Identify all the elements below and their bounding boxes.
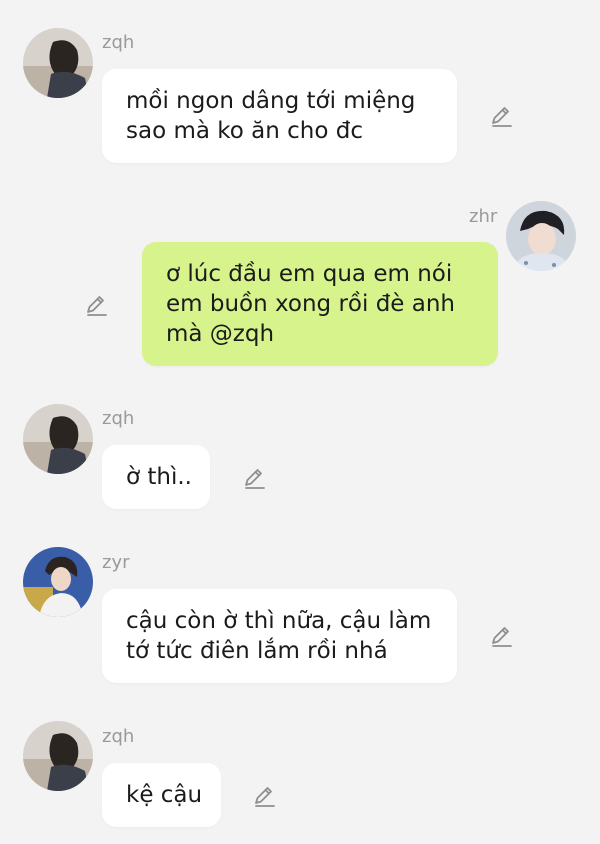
message-text-line: mồi ngon dâng tới miệng — [126, 88, 416, 114]
edit-pencil-icon[interactable] — [242, 465, 268, 491]
message-text-line: em buồn xong rồi đè anh — [166, 291, 456, 317]
sender-name: zhr — [469, 206, 498, 227]
message-bubble[interactable]: ờ thì.. — [102, 445, 210, 509]
sender-name: zqh — [102, 32, 135, 53]
sender-name: zqh — [102, 408, 135, 429]
message-text-line: tớ tức điên lắm rồi nhá — [126, 638, 388, 664]
avatar-zyr[interactable] — [23, 547, 93, 617]
edit-pencil-icon[interactable] — [489, 103, 515, 129]
message-bubble[interactable]: cậu còn ờ thì nữa, cậu làm tớ tức điên l… — [102, 589, 457, 683]
edit-pencil-icon[interactable] — [84, 292, 110, 318]
message-text-line: cậu còn ờ thì nữa, cậu làm — [126, 608, 432, 634]
sender-name: zqh — [102, 726, 135, 747]
message-text-line: sao mà ko ăn cho đc — [126, 118, 363, 144]
message-bubble[interactable]: kệ cậu — [102, 763, 221, 827]
message-text-line: mà @zqh — [166, 321, 275, 347]
sender-name: zyr — [102, 552, 130, 573]
message-bubble[interactable]: mồi ngon dâng tới miệng sao mà ko ăn cho… — [102, 69, 457, 163]
message-text-line: kệ cậu — [126, 782, 203, 808]
message-text-line: ờ thì.. — [126, 464, 192, 490]
message-bubble[interactable]: ơ lúc đầu em qua em nói em buồn xong rồi… — [142, 242, 498, 366]
edit-pencil-icon[interactable] — [252, 783, 278, 809]
avatar-zqh[interactable] — [23, 721, 93, 791]
message-text-line: ơ lúc đầu em qua em nói — [166, 261, 453, 287]
edit-pencil-icon[interactable] — [489, 623, 515, 649]
avatar-zqh[interactable] — [23, 28, 93, 98]
avatar-zqh[interactable] — [23, 404, 93, 474]
avatar-zhr[interactable] — [506, 201, 576, 271]
